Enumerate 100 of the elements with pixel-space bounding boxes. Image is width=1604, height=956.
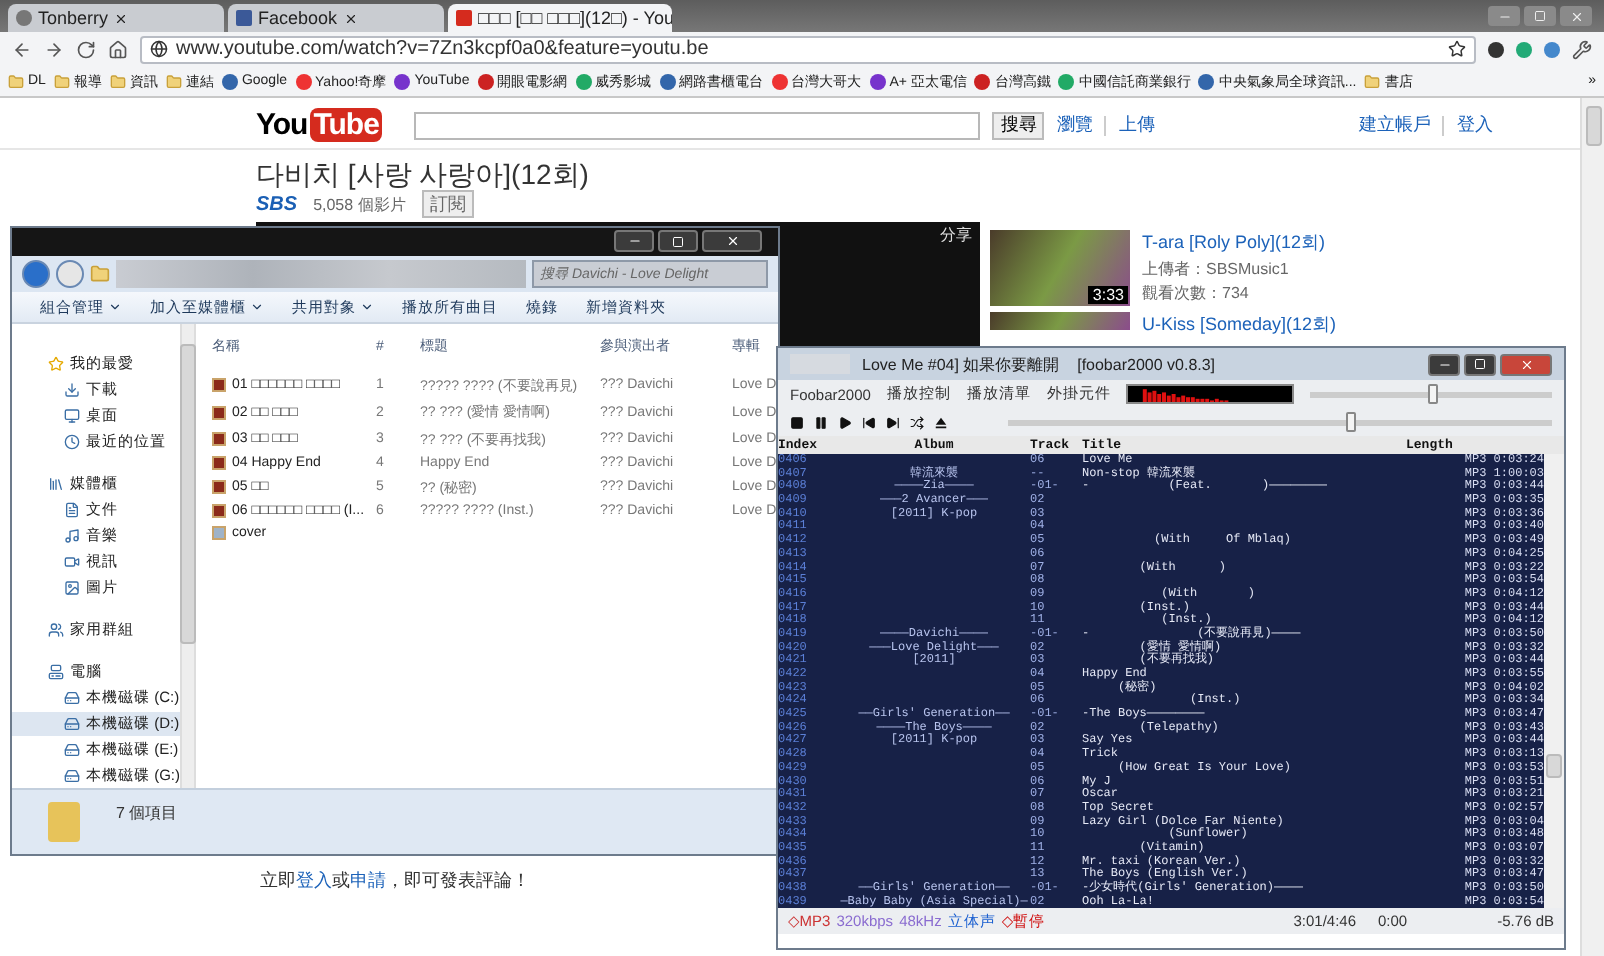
site-icon: [295, 73, 312, 89]
caret-icon: [360, 300, 374, 315]
comment-link[interactable]: 申請: [350, 868, 386, 894]
scrollbar-thumb[interactable]: [1585, 106, 1601, 146]
subscribe-button[interactable]: 訂閱: [421, 190, 474, 218]
pause-icon[interactable]: [814, 415, 828, 429]
nav-scrollbar[interactable]: [180, 324, 196, 789]
view-count: 觀看次數：734: [1142, 282, 1251, 304]
browser-tab[interactable]: Facebook: [228, 4, 444, 32]
browser-tab[interactable]: □□□ [□□ □□□](12□) - You: [448, 4, 672, 32]
caret-icon: [108, 300, 122, 315]
video-thumbnail[interactable]: [990, 312, 1130, 330]
account-link[interactable]: 登入: [1456, 112, 1493, 138]
next-icon[interactable]: [886, 415, 900, 429]
search-button[interactable]: 搜尋: [992, 111, 1045, 139]
maximize-icon: [1474, 358, 1486, 370]
browser-tab[interactable]: Tonberry: [8, 4, 224, 32]
search-field[interactable]: [414, 111, 981, 139]
drive-icon: [64, 716, 80, 733]
duration-badge: 3:33: [1088, 286, 1128, 304]
share-label[interactable]: 分享: [940, 224, 972, 244]
nav-link[interactable]: 上傳: [1118, 112, 1155, 138]
eject-icon[interactable]: [934, 415, 948, 429]
comment-text: 或: [332, 868, 350, 894]
favicon-icon: [456, 10, 472, 26]
playlist-scrollbar[interactable]: [1544, 454, 1564, 909]
scrollbar-thumb[interactable]: [180, 344, 196, 645]
forward-button[interactable]: [56, 260, 84, 289]
reload-icon[interactable]: [76, 39, 96, 59]
computer-icon: [48, 664, 64, 681]
globe-icon: [150, 40, 168, 58]
nav-link[interactable]: 瀏覽: [1056, 112, 1093, 138]
video-thumbnail[interactable]: 3:33: [990, 230, 1130, 306]
site-icon: [974, 73, 991, 89]
star-icon: [48, 356, 64, 373]
url-text: www.youtube.com/watch?v=7Zn3kcpf0a0&feature=youtu.be: [176, 38, 709, 60]
stop-icon[interactable]: [790, 415, 804, 429]
close-icon: [725, 234, 739, 249]
site-icon: [477, 73, 494, 89]
library-icon: [48, 476, 64, 493]
minimize-button[interactable]: [1428, 353, 1460, 375]
drive-icon: [64, 690, 80, 707]
maximize-button[interactable]: [1464, 353, 1496, 375]
back-icon[interactable]: [12, 39, 32, 59]
close-icon: [1519, 357, 1533, 371]
video-camera-icon: [64, 554, 80, 571]
page-scrollbar[interactable]: [1580, 98, 1604, 956]
folder-icon: [1364, 73, 1381, 89]
back-button[interactable]: [22, 260, 50, 289]
maximize-icon: [672, 235, 684, 248]
wrench-icon[interactable]: [1572, 39, 1592, 59]
site-icon: [394, 73, 411, 89]
close-button[interactable]: [702, 230, 762, 253]
close-button[interactable]: [1560, 6, 1592, 26]
picture-icon: [64, 580, 80, 597]
people-icon: [48, 622, 64, 639]
star-icon[interactable]: [1448, 40, 1466, 58]
site-icon: [221, 73, 238, 89]
maximize-button[interactable]: [658, 230, 698, 253]
previous-icon[interactable]: [862, 415, 876, 429]
account-link[interactable]: 建立帳戶: [1358, 112, 1431, 138]
address-bar[interactable]: www.youtube.com/watch?v=7Zn3kcpf0a0&feature=youtu.be: [140, 35, 1476, 63]
home-icon[interactable]: [108, 39, 128, 59]
comment-text: 立即: [260, 868, 296, 894]
slider-thumb[interactable]: [1346, 411, 1357, 431]
comment-link[interactable]: 登入: [296, 868, 332, 894]
related-video-link[interactable]: T-ara [Roly Poly](12회): [1142, 230, 1326, 256]
site-icon: [1058, 73, 1075, 89]
close-icon[interactable]: [114, 11, 129, 25]
close-icon[interactable]: [343, 11, 358, 25]
site-icon: [771, 73, 788, 89]
favicon-icon: [236, 10, 252, 26]
window-title: Love Me #04] 如果你要離開 [foobar2000 v0.8.3]: [862, 353, 1216, 375]
slider-thumb[interactable]: [1427, 383, 1438, 403]
clock-icon: [64, 434, 80, 451]
play-icon[interactable]: [838, 415, 852, 429]
channel-logo: SBS: [256, 193, 298, 215]
folder-icon: [8, 73, 24, 89]
minimize-button[interactable]: [614, 230, 654, 253]
music-note-icon: [64, 528, 80, 545]
forward-icon[interactable]: [44, 39, 64, 59]
related-video-link[interactable]: U-Kiss [Someday](12회): [1142, 312, 1337, 338]
scrollbar-thumb[interactable]: [1546, 754, 1562, 778]
folder-icon: [90, 264, 110, 285]
image-file-icon: [212, 525, 226, 540]
drive-icon: [64, 768, 80, 785]
shuffle-icon[interactable]: [910, 415, 924, 429]
video-title: 다비치 [사랑 사랑아](12회): [254, 156, 591, 190]
folder-icon: [165, 73, 182, 89]
maximize-icon: [1534, 10, 1546, 22]
site-icon: [869, 73, 886, 89]
close-icon: [1569, 9, 1583, 23]
folder-icon: [109, 73, 126, 89]
drive-icon: [64, 742, 80, 759]
site-icon: [659, 73, 676, 89]
folder-icon: [48, 802, 80, 843]
folder-icon: [53, 73, 70, 89]
comment-text: ，即可發表評論！: [386, 868, 530, 894]
status-text: 7 個項目: [116, 802, 178, 825]
document-icon: [64, 502, 80, 519]
